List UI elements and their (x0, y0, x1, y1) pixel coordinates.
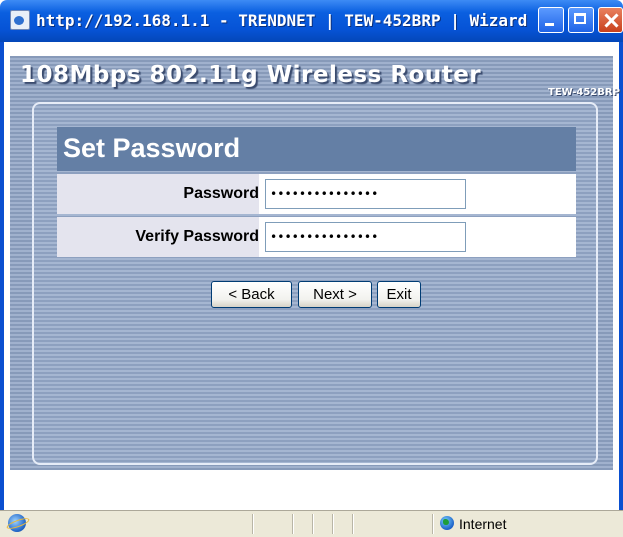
verify-password-cell: ••••••••••••••• (259, 217, 576, 257)
password-row: Password ••••••••••••••• (57, 174, 576, 214)
status-separator (332, 514, 333, 534)
close-button[interactable] (598, 7, 623, 33)
next-button[interactable]: Next > (298, 281, 372, 308)
maximize-button[interactable] (568, 7, 594, 33)
status-separator (312, 514, 313, 534)
verify-password-row: Verify Password ••••••••••••••• (57, 217, 576, 257)
page-title: Set Password (63, 133, 241, 163)
password-cell: ••••••••••••••• (259, 174, 576, 214)
status-blank-area (0, 480, 623, 510)
verify-password-label: Verify Password (135, 228, 259, 245)
ie-page-icon (8, 514, 26, 532)
verify-password-input[interactable]: ••••••••••••••• (265, 222, 466, 252)
router-model: TEW-452BRP (548, 87, 620, 98)
status-separator (352, 514, 353, 534)
password-input[interactable]: ••••••••••••••• (265, 179, 466, 209)
window-title: http://192.168.1.1 - TRENDNET | TEW-452B… (36, 11, 536, 30)
status-zone: Internet (459, 516, 507, 532)
back-button[interactable]: < Back (211, 281, 292, 308)
password-label: Password (183, 185, 259, 202)
minimize-button[interactable] (538, 7, 564, 33)
status-separator (292, 514, 293, 534)
status-separator (252, 514, 253, 534)
globe-icon (440, 516, 454, 530)
exit-button[interactable]: Exit (377, 281, 421, 308)
ie-page-icon[interactable] (10, 10, 30, 30)
router-name: 108Mbps 802.11g Wireless Router (20, 62, 482, 88)
status-separator (432, 514, 433, 534)
title-bar[interactable]: http://192.168.1.1 - TRENDNET | TEW-452B… (0, 0, 623, 42)
